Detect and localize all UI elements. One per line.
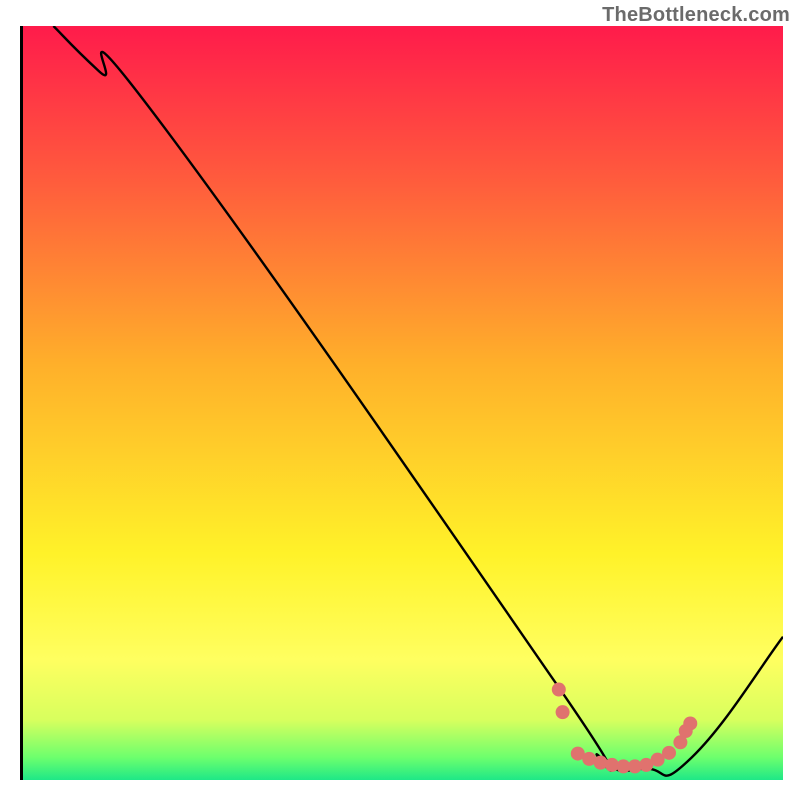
plot-inner: [23, 26, 780, 777]
plot-area: [20, 26, 780, 780]
highlight-point: [683, 716, 697, 730]
chart-container: TheBottleneck.com: [0, 0, 800, 800]
chart-svg: [23, 26, 783, 780]
gradient-background: [23, 26, 783, 780]
attribution-text: TheBottleneck.com: [602, 4, 790, 27]
highlight-point: [662, 746, 676, 760]
highlight-point: [556, 705, 570, 719]
highlight-point: [552, 683, 566, 697]
